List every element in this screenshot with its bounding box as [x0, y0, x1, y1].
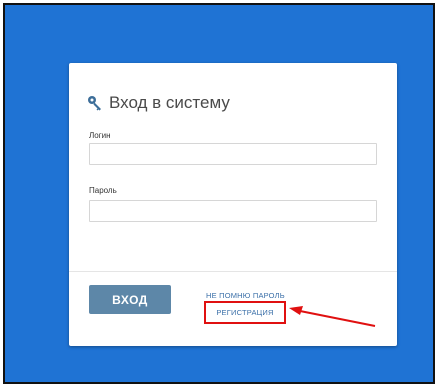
login-button[interactable]: ВХОД: [89, 285, 171, 314]
login-title: Вход в систему: [87, 93, 230, 113]
red-arrow-icon: [289, 306, 376, 327]
password-label: Пароль: [89, 186, 117, 195]
footer-divider: [69, 271, 397, 272]
register-link[interactable]: РЕГИСТРАЦИЯ: [216, 308, 273, 317]
login-label: Логин: [89, 131, 111, 140]
key-icon: [87, 95, 103, 111]
password-input[interactable]: [89, 200, 377, 222]
login-title-text: Вход в систему: [109, 93, 230, 112]
login-input[interactable]: [89, 143, 377, 165]
register-highlight-box: РЕГИСТРАЦИЯ: [204, 301, 286, 324]
forgot-password-link[interactable]: НЕ ПОМНЮ ПАРОЛЬ: [206, 291, 285, 300]
